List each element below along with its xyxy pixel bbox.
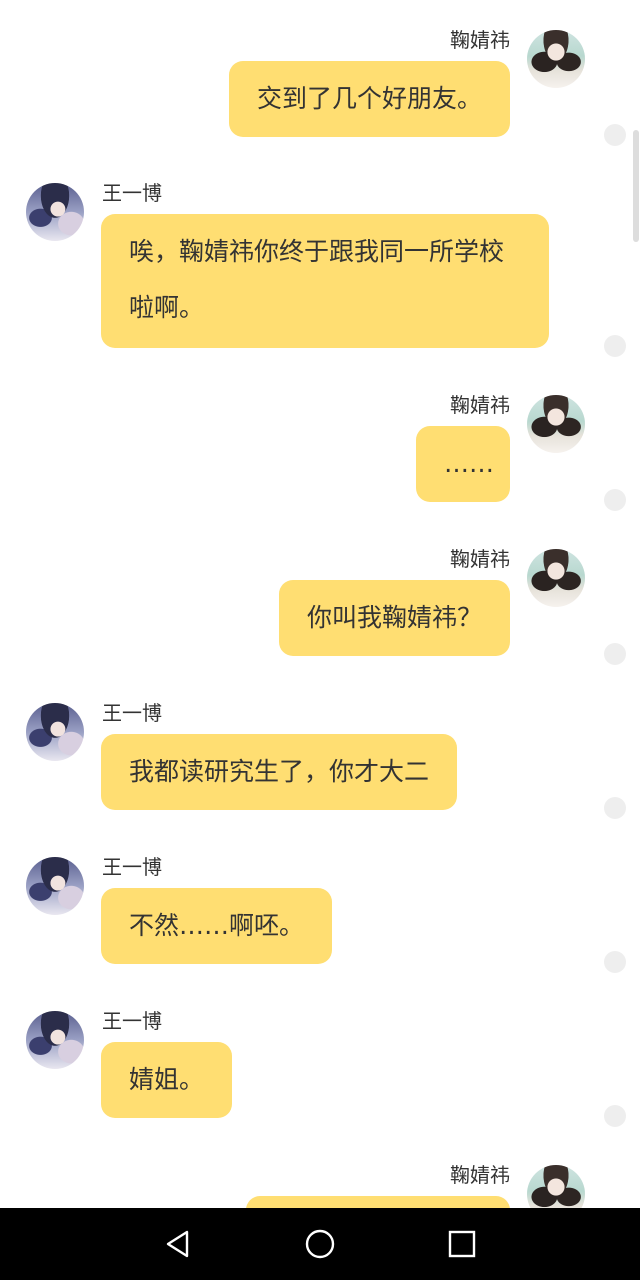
recents-button[interactable] <box>444 1226 480 1262</box>
message-bubble[interactable]: 婧姐。 <box>101 1042 233 1118</box>
sender-name: 鞠婧祎 <box>450 28 510 52</box>
message-status-dot <box>604 951 626 973</box>
recents-square-icon <box>448 1230 476 1258</box>
sender-name: 王一博 <box>102 181 162 205</box>
system-navigation-bar <box>0 1208 640 1280</box>
message-bubble[interactable]: 我都读研究生了，你才大二 <box>101 734 458 810</box>
home-circle-icon <box>305 1229 335 1259</box>
message-bubble[interactable] <box>246 1196 510 1208</box>
back-button[interactable] <box>160 1226 196 1262</box>
message-bubble[interactable]: 交到了几个好朋友。 <box>228 61 510 137</box>
sender-avatar[interactable] <box>527 30 585 88</box>
sender-avatar[interactable] <box>26 857 84 915</box>
message-status-dot <box>604 489 626 511</box>
sender-avatar[interactable] <box>527 1165 585 1208</box>
message-bubble[interactable]: …… <box>416 426 510 502</box>
sender-avatar[interactable] <box>26 1011 84 1069</box>
chat-screen: 鞠婧祎 交到了几个好朋友。 王一博 唉，鞠婧祎你终于跟我同一所学校啦啊。 鞠婧祎… <box>0 0 640 1280</box>
home-button[interactable] <box>302 1226 338 1262</box>
message-status-dot <box>604 1105 626 1127</box>
message-bubble[interactable]: 你叫我鞠婧祎？ <box>278 580 510 656</box>
message-status-dot <box>604 335 626 357</box>
sender-name: 鞠婧祎 <box>450 1163 510 1187</box>
sender-name: 鞠婧祎 <box>450 547 510 571</box>
message-status-dot <box>604 124 626 146</box>
sender-name: 王一博 <box>102 701 162 725</box>
sender-avatar[interactable] <box>26 183 84 241</box>
sender-avatar[interactable] <box>527 395 585 453</box>
message-status-dot <box>604 797 626 819</box>
message-bubble[interactable]: 不然……啊呸。 <box>101 888 333 964</box>
message-status-dot <box>604 643 626 665</box>
sender-name: 王一博 <box>102 1009 162 1033</box>
sender-name: 王一博 <box>102 855 162 879</box>
sender-name: 鞠婧祎 <box>450 393 510 417</box>
message-bubble[interactable]: 唉，鞠婧祎你终于跟我同一所学校啦啊。 <box>101 214 549 348</box>
scrollbar[interactable] <box>633 130 639 242</box>
chat-message-list[interactable]: 鞠婧祎 交到了几个好朋友。 王一博 唉，鞠婧祎你终于跟我同一所学校啦啊。 鞠婧祎… <box>0 0 640 1208</box>
sender-avatar[interactable] <box>26 703 84 761</box>
sender-avatar[interactable] <box>527 549 585 607</box>
back-triangle-icon <box>166 1230 189 1258</box>
